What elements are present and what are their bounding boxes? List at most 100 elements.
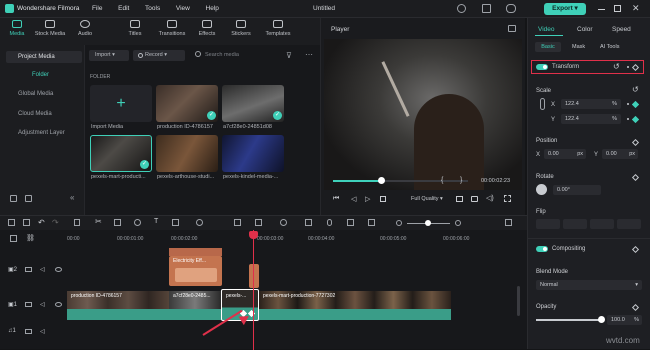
undo-icon[interactable]: ↶ (38, 218, 45, 227)
crop-icon[interactable] (114, 219, 121, 226)
stop-icon[interactable] (380, 196, 386, 202)
media-item-thumbnail[interactable]: ✓ (156, 85, 218, 122)
opacity-slider[interactable] (536, 316, 605, 323)
keyframe-icon[interactable] (631, 138, 640, 147)
split-icon[interactable]: ✂ (95, 217, 102, 226)
zoom-in-icon[interactable] (455, 220, 461, 226)
opacity-input[interactable]: 100.0% (607, 315, 642, 325)
rotate-left-button[interactable] (590, 219, 614, 229)
redo-icon[interactable]: ↷ (52, 218, 59, 227)
position-y-input[interactable]: 0.00 px (602, 149, 638, 159)
audio-track-icon[interactable]: ◁ (40, 328, 45, 335)
quality-dropdown[interactable]: Full Quality ▾ (411, 196, 443, 202)
maximize-icon[interactable] (614, 5, 621, 12)
play-icon[interactable]: ▷ (365, 195, 370, 203)
tab-templates[interactable]: Templates (262, 20, 294, 37)
progress-handle[interactable] (378, 177, 385, 184)
keyframe-icon[interactable] (631, 100, 640, 109)
menu-tools[interactable]: Tools (145, 5, 160, 12)
tab-titles[interactable]: Titles (122, 20, 148, 37)
video-clip[interactable]: pexels-mart-production-7727302 (259, 291, 451, 309)
new-folder-icon[interactable] (10, 195, 17, 202)
opacity-handle[interactable] (598, 316, 605, 323)
eye-icon[interactable] (55, 267, 62, 272)
account-icon[interactable] (457, 4, 466, 13)
playhead[interactable] (253, 230, 254, 350)
media-item-thumbnail[interactable] (222, 135, 284, 172)
folder-track-icon[interactable] (25, 329, 32, 334)
tab-color[interactable]: Color (577, 26, 593, 33)
layout-icon[interactable] (8, 219, 15, 226)
menu-help[interactable]: Help (206, 5, 219, 12)
mark-in-icon[interactable]: { (441, 177, 443, 184)
fullscreen-icon[interactable] (504, 195, 511, 202)
media-item-thumbnail[interactable] (156, 135, 218, 172)
rewind-icon[interactable]: ◁ (351, 195, 356, 203)
tab-speed[interactable]: Speed (612, 26, 631, 33)
speed-icon[interactable] (134, 219, 141, 226)
audio-track-icon[interactable]: ◁ (40, 266, 45, 273)
playback-progress[interactable] (333, 177, 468, 184)
sidebar-item-global-media[interactable]: Global Media (6, 88, 82, 100)
marker-icon[interactable] (305, 219, 312, 226)
rotate-right-button[interactable] (617, 219, 641, 229)
text-icon[interactable]: T (154, 218, 158, 225)
cloud-upload-icon[interactable] (506, 4, 516, 13)
add-track-icon[interactable] (10, 235, 17, 242)
save-icon[interactable] (482, 4, 491, 13)
display-icon[interactable] (456, 196, 463, 202)
flip-horizontal-button[interactable] (536, 219, 560, 229)
vertical-scrollbar[interactable] (517, 286, 520, 316)
link-track-icon[interactable]: ⛓ (26, 234, 35, 242)
reset-icon[interactable]: ↺ (613, 62, 620, 71)
rotate-dial[interactable] (536, 184, 547, 195)
subtab-basic[interactable]: Basic (535, 42, 561, 52)
zoom-out-icon[interactable] (396, 220, 402, 226)
title-clip-stub[interactable] (249, 264, 259, 288)
import-media-tile[interactable]: + (90, 85, 152, 122)
export-button[interactable]: Export ▾ (544, 3, 586, 15)
scale-y-input[interactable]: 122.4% (561, 114, 621, 124)
audio-track-icon[interactable]: ◁ (40, 301, 45, 308)
blend-mode-select[interactable]: Normal ▾ (536, 280, 642, 290)
transform-toggle[interactable] (536, 64, 548, 70)
camera-icon[interactable] (471, 196, 478, 202)
mic-icon[interactable] (327, 219, 332, 226)
subtab-mask[interactable]: Mask (572, 44, 585, 50)
rotate-input[interactable]: 0.00° (553, 185, 601, 195)
sidebar-item-cloud-media[interactable]: Cloud Media (6, 108, 82, 120)
menu-edit[interactable]: Edit (118, 5, 129, 12)
video-clip[interactable]: a7cf28e0-2485... (169, 291, 221, 309)
keyframe-icon[interactable] (631, 303, 640, 312)
grid-icon[interactable] (505, 219, 512, 226)
tab-media[interactable]: Media (4, 20, 30, 37)
import-dropdown[interactable]: Import ▾ (89, 50, 129, 61)
collapse-icon[interactable]: « (70, 193, 74, 202)
snap-icon[interactable] (368, 219, 375, 226)
sidebar-item-adjustment-layer[interactable]: Adjustment Layer (6, 127, 82, 139)
keyframe-icon[interactable] (631, 173, 640, 182)
close-icon[interactable]: ✕ (632, 3, 640, 14)
zoom-handle[interactable] (425, 220, 431, 226)
voiceover-icon[interactable] (347, 219, 354, 226)
delete-icon[interactable] (74, 219, 80, 226)
prev-frame-icon[interactable]: ⏮ (333, 195, 339, 203)
snapshot-icon[interactable] (508, 25, 516, 32)
minimize-icon[interactable] (598, 9, 605, 10)
filter-icon[interactable]: ⊽ (286, 51, 292, 60)
scale-x-input[interactable]: 122.4% (561, 99, 621, 109)
search-input[interactable]: Search media (205, 52, 239, 58)
video-clip[interactable]: production ID-4786157 (67, 291, 169, 309)
position-x-input[interactable]: 0.00 px (544, 149, 586, 159)
tab-stock-media[interactable]: Stock Media (34, 20, 66, 37)
keyframe-icon[interactable] (631, 115, 640, 124)
keyframe-icon[interactable] (631, 245, 640, 254)
folder-icon[interactable] (25, 195, 32, 202)
link-icon[interactable] (540, 98, 545, 110)
menu-view[interactable]: View (176, 5, 190, 12)
folder-track-icon[interactable] (25, 302, 32, 307)
folder-track-icon[interactable] (25, 267, 32, 272)
media-item-thumbnail[interactable]: ✓ (90, 135, 152, 172)
sidebar-item-project-media[interactable]: Project Media (6, 51, 82, 63)
select-icon[interactable] (23, 219, 30, 226)
